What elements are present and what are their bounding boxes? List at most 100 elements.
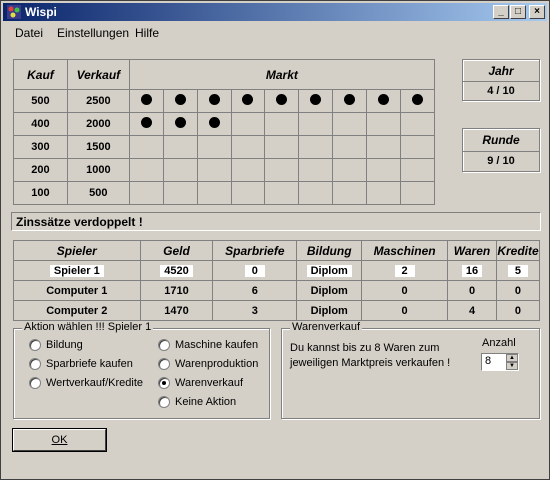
market-cell xyxy=(264,89,300,113)
goods-dot-icon xyxy=(412,94,424,105)
market-cell xyxy=(162,89,198,113)
sale-text-line1: Du kannst bis zu 8 Waren zum xyxy=(290,342,440,354)
market-cell xyxy=(366,158,402,182)
market-cell xyxy=(162,135,198,159)
buy-price: 200 xyxy=(13,158,68,182)
goods-dot-icon xyxy=(140,117,152,128)
spin-up-icon[interactable]: ▲ xyxy=(506,354,518,362)
market-cell xyxy=(264,181,300,205)
round-panel: Runde 9 / 10 xyxy=(462,128,540,172)
market-cell xyxy=(230,89,266,113)
menu-hilfe[interactable]: Hilfe xyxy=(135,26,159,40)
market-cell xyxy=(366,135,402,159)
radio-keine-aktion[interactable]: Keine Aktion xyxy=(158,396,236,408)
sell-price: 2000 xyxy=(66,112,130,136)
player-value: 0 xyxy=(244,264,265,277)
radio-sparbriefe-kaufen[interactable]: Sparbriefe kaufen xyxy=(29,358,133,370)
radio-label: Bildung xyxy=(46,339,83,351)
radio-maschine-kaufen[interactable]: Maschine kaufen xyxy=(158,339,258,351)
player-cell: 0 xyxy=(495,280,541,301)
minimize-button[interactable]: _ xyxy=(493,5,509,19)
market-cell xyxy=(128,158,164,182)
market-cell xyxy=(230,158,266,182)
radio-warenverkauf[interactable]: Warenverkauf xyxy=(158,377,243,389)
radio-warenproduktion[interactable]: Warenproduktion xyxy=(158,358,258,370)
player-cell: 0 xyxy=(447,280,497,301)
title-bar[interactable]: Wispi _ □ × xyxy=(3,3,547,21)
market-cell xyxy=(298,135,334,159)
status-message: Zinssätze verdoppelt ! xyxy=(11,212,541,231)
amount-spinner[interactable]: 8 ▲ ▼ xyxy=(481,353,519,371)
year-panel: Jahr 4 / 10 xyxy=(462,59,540,101)
market-cell xyxy=(332,158,368,182)
market-header-market: Markt xyxy=(128,59,436,90)
goods-dot-icon xyxy=(378,94,390,105)
radio-circle-icon xyxy=(158,396,170,408)
player-row: Computer 1 1710 6 Diplom 0 0 0 xyxy=(13,280,541,301)
market-cell xyxy=(264,112,300,136)
sell-price: 500 xyxy=(66,181,130,205)
radio-circle-icon xyxy=(158,339,170,351)
player-cell: 6 xyxy=(212,280,298,301)
radio-bildung[interactable]: Bildung xyxy=(29,339,83,351)
market-cell xyxy=(162,112,198,136)
player-cell: Diplom xyxy=(296,300,363,321)
radio-label: Maschine kaufen xyxy=(175,339,259,351)
window-title: Wispi xyxy=(25,5,57,19)
sale-text-line2: jeweiligen Marktpreis verkaufen ! xyxy=(290,357,451,369)
market-cell xyxy=(298,181,334,205)
amount-value: 8 xyxy=(485,355,492,367)
buy-price: 100 xyxy=(13,181,68,205)
radio-circle-icon xyxy=(158,377,170,389)
goods-dot-icon xyxy=(140,94,152,105)
player-table: Spieler Geld Sparbriefe Bildung Maschinen War… xyxy=(13,240,541,321)
app-icon xyxy=(7,5,21,19)
market-cell xyxy=(128,135,164,159)
player-value: Spieler 1 xyxy=(49,264,104,277)
ok-label: OK xyxy=(51,434,68,446)
market-cell xyxy=(128,89,164,113)
player-cell: 4520 xyxy=(139,260,214,281)
menu-einstellungen[interactable]: Einstellungen xyxy=(57,26,129,40)
goods-dot-icon xyxy=(208,94,220,105)
player-header-sparbriefe: Sparbriefe xyxy=(212,240,298,261)
market-cell xyxy=(196,89,232,113)
radio-label: Warenverkauf xyxy=(175,377,244,389)
player-cell: 5 xyxy=(495,260,541,281)
market-cell xyxy=(128,181,164,205)
market-cell xyxy=(400,89,435,113)
player-row: Computer 2 1470 3 Diplom 0 4 0 xyxy=(13,300,541,321)
radio-circle-icon xyxy=(29,377,41,389)
market-row: 400 2000 xyxy=(13,112,435,136)
player-cell: Computer 2 xyxy=(13,300,141,321)
player-value: 4520 xyxy=(160,264,193,277)
sell-price: 1500 xyxy=(66,135,130,159)
maximize-button[interactable]: □ xyxy=(510,5,526,19)
sell-price: 2500 xyxy=(66,89,130,113)
goods-dot-icon xyxy=(310,94,322,105)
round-value: 9 / 10 xyxy=(487,155,515,167)
market-cell xyxy=(298,89,334,113)
player-cell: 2 xyxy=(361,260,449,281)
ok-button[interactable]: OK xyxy=(13,429,106,451)
radio-circle-icon xyxy=(29,358,41,370)
radio-circle-icon xyxy=(29,339,41,351)
goods-dot-icon xyxy=(174,94,186,105)
player-cell: 1470 xyxy=(139,300,214,321)
market-row: 300 1500 xyxy=(13,135,435,159)
close-button[interactable]: × xyxy=(529,5,545,19)
market-cell xyxy=(400,158,435,182)
market-row: 100 500 xyxy=(13,181,435,205)
radio-label: Sparbriefe kaufen xyxy=(46,358,133,370)
player-header-maschinen: Maschinen xyxy=(361,240,449,261)
menu-datei[interactable]: Datei xyxy=(15,26,43,40)
market-cell xyxy=(400,135,435,159)
market-row: 500 2500 xyxy=(13,89,435,113)
player-cell: Diplom xyxy=(296,260,363,281)
player-header-bildung: Bildung xyxy=(296,240,363,261)
market-cell xyxy=(196,135,232,159)
spin-down-icon[interactable]: ▼ xyxy=(506,362,518,370)
buy-price: 400 xyxy=(13,112,68,136)
radio-wertverkauf-kredite[interactable]: Wertverkauf/Kredite xyxy=(29,377,143,389)
goods-dot-icon xyxy=(344,94,356,105)
